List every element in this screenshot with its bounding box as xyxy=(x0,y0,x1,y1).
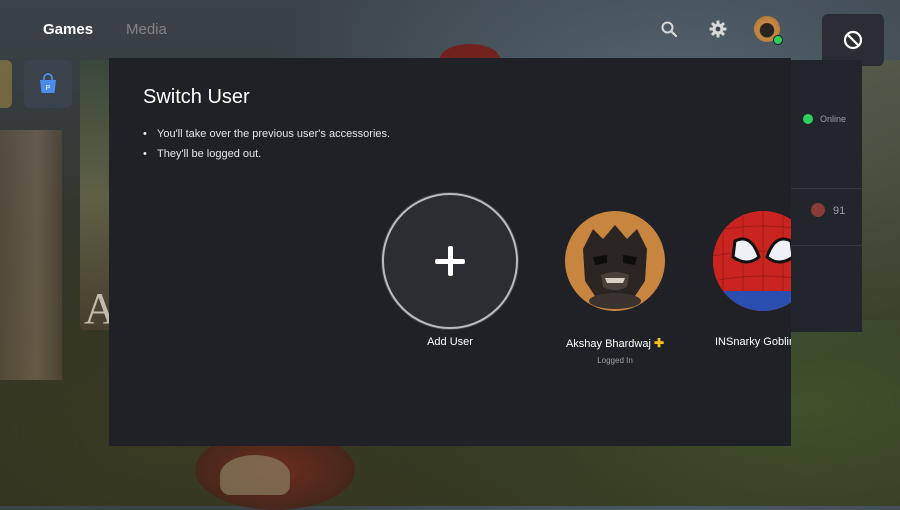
block-icon xyxy=(843,30,863,50)
divider xyxy=(790,188,862,189)
tab-media[interactable]: Media xyxy=(126,21,167,38)
background-trees xyxy=(862,60,900,320)
background-pillar xyxy=(0,130,62,380)
trophy-icon xyxy=(811,203,825,217)
trophy-count: 91 xyxy=(833,205,846,217)
samurai-mask-icon xyxy=(583,225,647,309)
info-bullet: They'll be logged out. xyxy=(143,147,390,167)
online-status-dot xyxy=(773,35,783,45)
spider-man-icon xyxy=(713,211,791,311)
user-name-akshay: Akshay Bhardwaj ✚ xyxy=(545,336,685,350)
logged-in-status: Logged In xyxy=(597,356,633,365)
user-avatar-akshay[interactable] xyxy=(565,211,665,311)
add-user-label: Add User xyxy=(427,336,473,348)
game-tile-partial[interactable] xyxy=(0,60,12,108)
search-icon[interactable] xyxy=(660,20,678,38)
switch-user-dialog: Switch User You'll take over the previou… xyxy=(109,58,791,446)
tab-games[interactable]: Games xyxy=(43,21,93,38)
block-button[interactable] xyxy=(822,14,884,66)
ps-store-tile[interactable]: P xyxy=(24,60,72,108)
ps-store-icon: P xyxy=(40,73,56,93)
user-name-insnarky: INSnarky Goblin xyxy=(715,336,791,348)
side-panel xyxy=(790,60,862,332)
ps-plus-icon: ✚ xyxy=(654,336,665,350)
add-user-button[interactable] xyxy=(382,193,518,329)
gear-icon[interactable] xyxy=(709,20,727,38)
divider xyxy=(790,245,862,246)
user-name-text: Akshay Bhardwaj xyxy=(565,338,651,350)
user-avatar-insnarky[interactable] xyxy=(713,211,791,311)
top-navigation: Games Media xyxy=(0,0,900,66)
background-helmet xyxy=(220,455,290,495)
info-bullet: You'll take over the previous user's acc… xyxy=(143,127,390,147)
online-status-text: Online xyxy=(820,114,847,124)
svg-text:P: P xyxy=(46,85,51,92)
info-list: You'll take over the previous user's acc… xyxy=(143,127,390,167)
dialog-title: Switch User xyxy=(143,86,250,108)
online-dot xyxy=(803,114,813,124)
